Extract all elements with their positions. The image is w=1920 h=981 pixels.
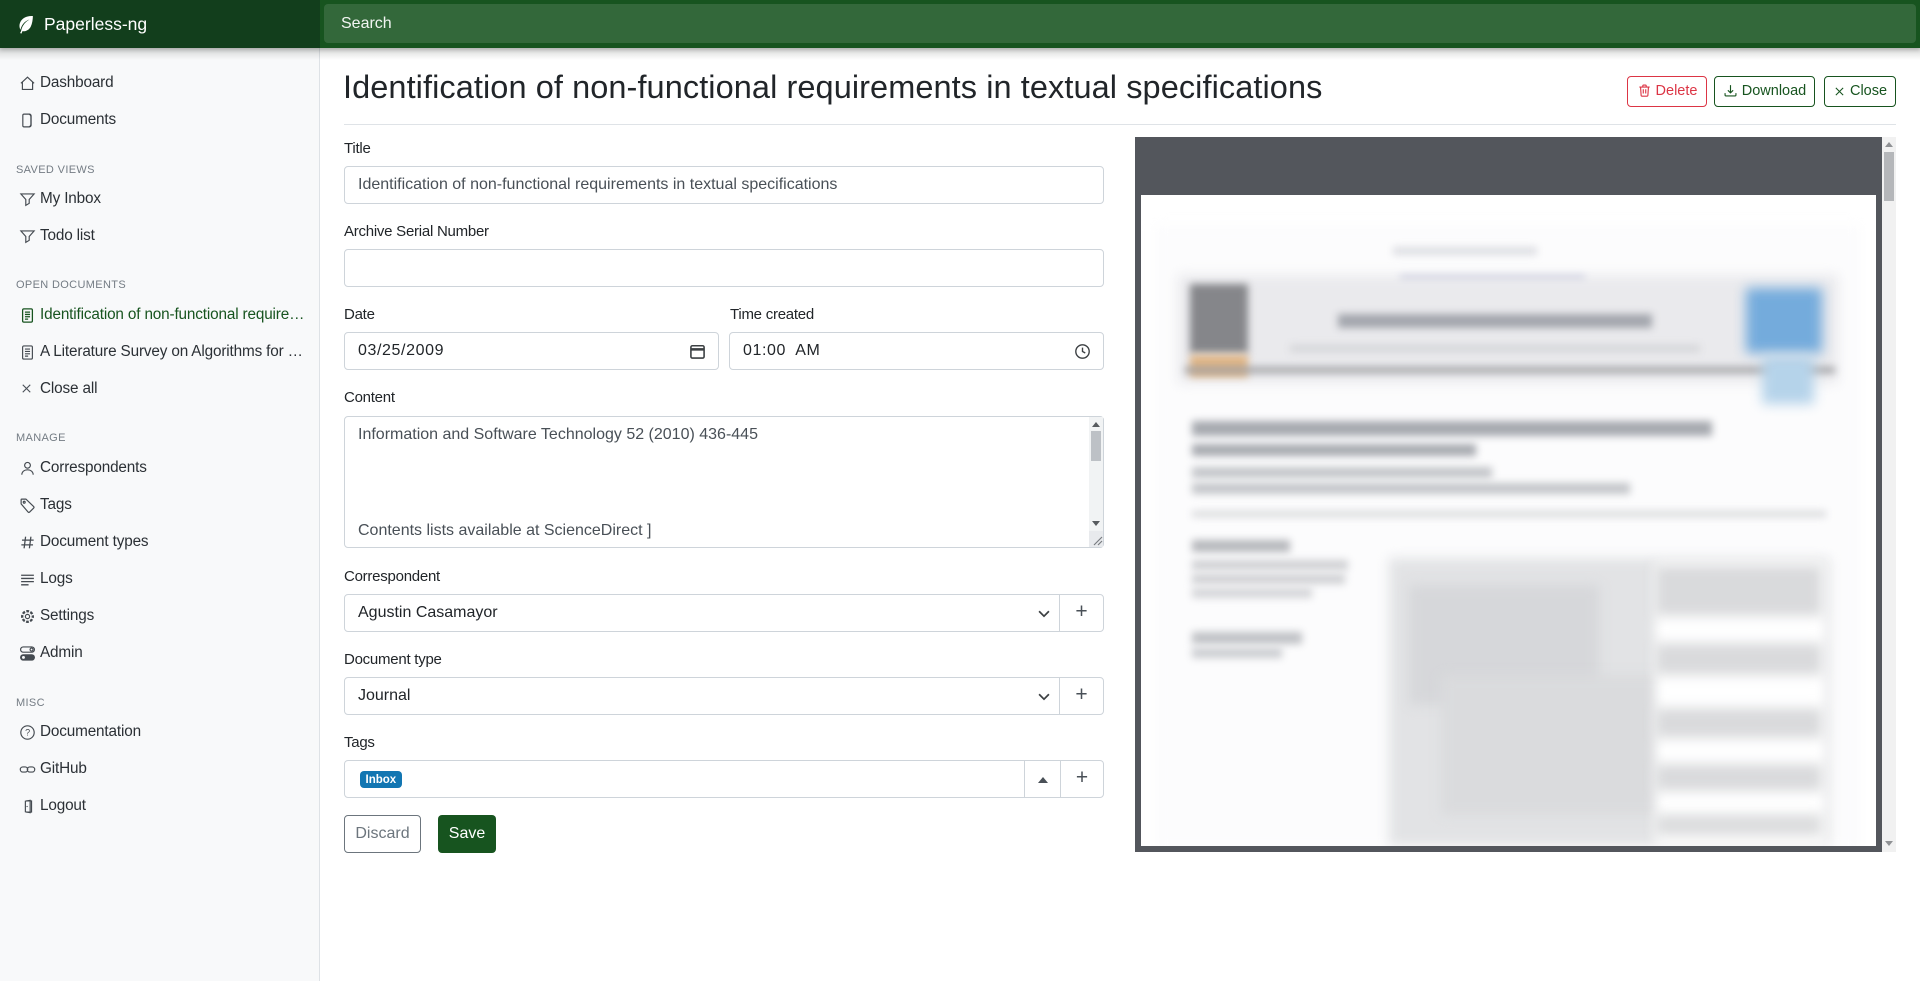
svg-text:?: ? [25, 728, 30, 738]
